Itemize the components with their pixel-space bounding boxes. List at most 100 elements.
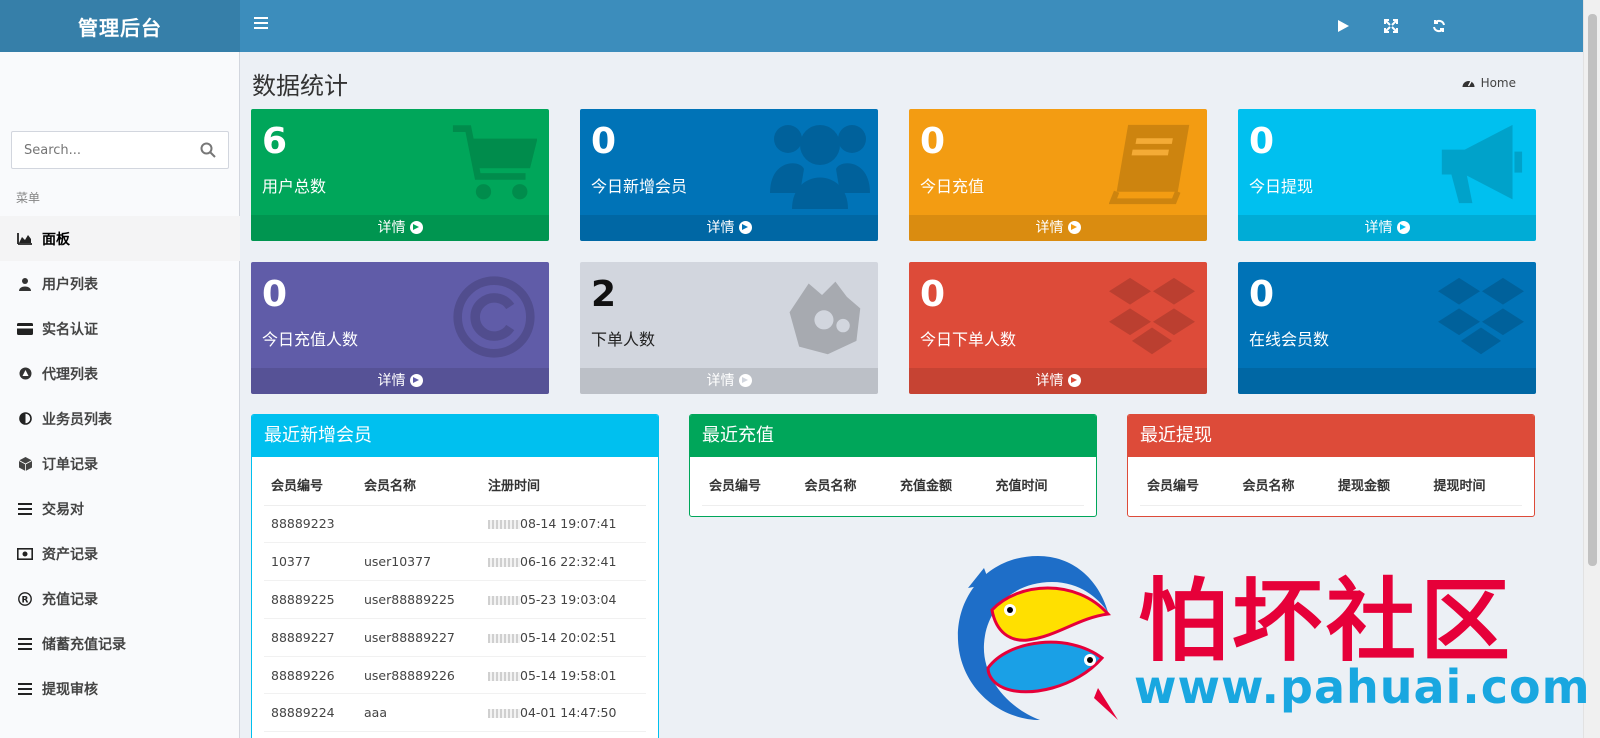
stat-label: 今日下单人数 [920,330,1017,349]
sidebar-item-label: 交易对 [42,501,84,518]
dashboard-icon [1462,80,1475,87]
panel-title: 最近充值 [690,415,1096,457]
table-row: 88889223 08-14 19:07:41 [264,505,646,544]
recent-recharge-panel: 最近充值 会员编号 会员名称 充值金额 充值时间 [689,414,1097,517]
watermark-url: www.pahuai.com [1134,660,1591,714]
column-header: 会员名称 [357,465,481,506]
stat-details-link[interactable]: 详情 [580,215,878,241]
search-icon[interactable] [200,142,216,158]
stat-recharge-users-today: 0 今日充值人数 详情 [251,262,549,394]
vertical-scrollbar[interactable] [1583,0,1600,738]
sidebar-item-withdraw-review[interactable]: 提现审核 [0,666,240,711]
sidebar-item-assets[interactable]: 资产记录 [0,531,240,576]
search-input[interactable] [12,132,182,168]
sign-language-icon [789,281,861,355]
breadcrumb[interactable]: Home [1462,76,1516,90]
sidebar-item-label: 充值记录 [42,591,98,608]
sidebar-item-label: 储蓄充值记录 [42,636,126,653]
stat-label: 今日新增会员 [591,177,688,196]
stat-value: 2 [591,274,617,315]
sidebar-item-agents[interactable]: 代理列表 [0,351,240,396]
scrollbar-thumb[interactable] [1588,14,1597,566]
stat-online-members: 0 在线会员数 [1238,262,1536,394]
fullscreen-icon[interactable] [1381,16,1401,36]
column-header: 会员名称 [797,465,893,506]
sidebar-menu: 面板 用户列表 实名认证 代理列表 业务员列表 订单记录 交易对 资产记录 R … [0,216,240,711]
play-icon[interactable] [1333,16,1353,36]
stat-order-users: 2 下单人数 详情 [580,262,878,394]
column-header: 充值金额 [893,465,989,506]
sidebar-item-salesmen[interactable]: 业务员列表 [0,396,240,441]
sidebar-item-label: 资产记录 [42,546,98,563]
recent-recharge-table: 会员编号 会员名称 充值金额 充值时间 [702,465,1084,506]
sidebar-item-orders[interactable]: 订单记录 [0,441,240,486]
area-chart-icon [17,231,33,247]
stat-value: 0 [262,274,288,315]
stat-label: 在线会员数 [1249,330,1330,349]
sidebar-item-label: 业务员列表 [42,411,112,428]
arrow-circle-right-icon [1067,221,1081,234]
stat-details-link[interactable]: 详情 [580,368,878,394]
stat-order-users-today: 0 今日下单人数 详情 [909,262,1207,394]
stat-details-link[interactable]: 详情 [251,215,549,241]
dropbox-icon [1438,277,1524,355]
stat-details-link[interactable]: 详情 [909,215,1207,241]
column-header: 提现时间 [1426,465,1522,506]
sidebar-item-label: 提现审核 [42,681,98,698]
recent-members-panel: 最近新增会员 会员编号 会员名称 注册时间 88889223 08-14 19:0… [251,414,659,738]
stat-details-link[interactable]: 详情 [1238,215,1536,241]
sidebar-search [11,131,229,169]
app-logo[interactable]: 管理后台 [0,0,240,52]
cube-icon [17,456,33,472]
sidebar-item-label: 订单记录 [42,456,98,473]
sidebar-item-users[interactable]: 用户列表 [0,261,240,306]
dropbox-icon [1109,277,1195,355]
stat-details-link[interactable]: 详情 [251,368,549,394]
sidebar-item-recharge[interactable]: R 充值记录 [0,576,240,621]
top-navbar: 管理后台 [0,0,1583,52]
page-title: 数据统计 [252,72,348,100]
sidebar-item-label: 代理列表 [42,366,98,383]
table-row: 88889224 aaa 04-01 14:47:50 [264,693,646,733]
panel-title: 最近提现 [1128,415,1534,457]
arrow-circle-right-icon [1396,221,1410,234]
copyright-icon [453,276,535,358]
sidebar-item-realname[interactable]: 实名认证 [0,306,240,351]
stat-value: 0 [920,121,946,162]
users-icon [770,125,870,209]
table-row: 10377 user10377 06-16 22:32:41 [264,542,646,582]
fish-logo-icon [957,556,1118,720]
recent-members-table: 会员编号 会员名称 注册时间 88889223 08-14 19:07:41 10… [264,465,646,733]
svg-text:R: R [22,595,29,605]
sidebar-item-label: 用户列表 [42,276,98,293]
stat-label: 今日充值人数 [262,330,359,349]
sidebar-item-label: 实名认证 [42,321,98,338]
registered-icon: R [17,591,33,607]
sidebar-toggle-icon[interactable] [254,17,268,31]
table-row: 88889225 user88889225 05-23 19:03:04 [264,580,646,619]
refresh-icon[interactable] [1429,16,1449,36]
sidebar-item-pairs[interactable]: 交易对 [0,486,240,531]
column-header: 提现金额 [1331,465,1427,506]
bullhorn-icon [1441,124,1523,204]
stat-total-users: 6 用户总数 详情 [251,109,549,241]
bars-icon [17,681,33,697]
watermark-text: 怕坏社区 [1138,568,1514,674]
table-row: 88889226 user88889226 05-14 19:58:01 [264,656,646,695]
arrow-circle-right-icon [409,221,423,234]
stat-details-link[interactable]: 详情 [909,368,1207,394]
sidebar-item-savings-recharge[interactable]: 储蓄充值记录 [0,621,240,666]
recent-withdraw-panel: 最近提现 会员编号 会员名称 提现金额 提现时间 [1127,414,1535,517]
bars-icon [17,636,33,652]
column-header: 会员编号 [1140,465,1236,506]
bars-icon [17,501,33,517]
user-icon [17,276,33,292]
stat-value: 0 [920,274,946,315]
circle-icon [17,366,33,382]
stat-value: 0 [1249,274,1275,315]
stat-withdraw-today: 0 今日提现 详情 [1238,109,1536,241]
column-header: 注册时间 [481,465,646,506]
stat-label: 今日充值 [920,177,985,196]
sidebar-item-dashboard[interactable]: 面板 [0,216,240,261]
breadcrumb-home[interactable]: Home [1481,76,1516,90]
